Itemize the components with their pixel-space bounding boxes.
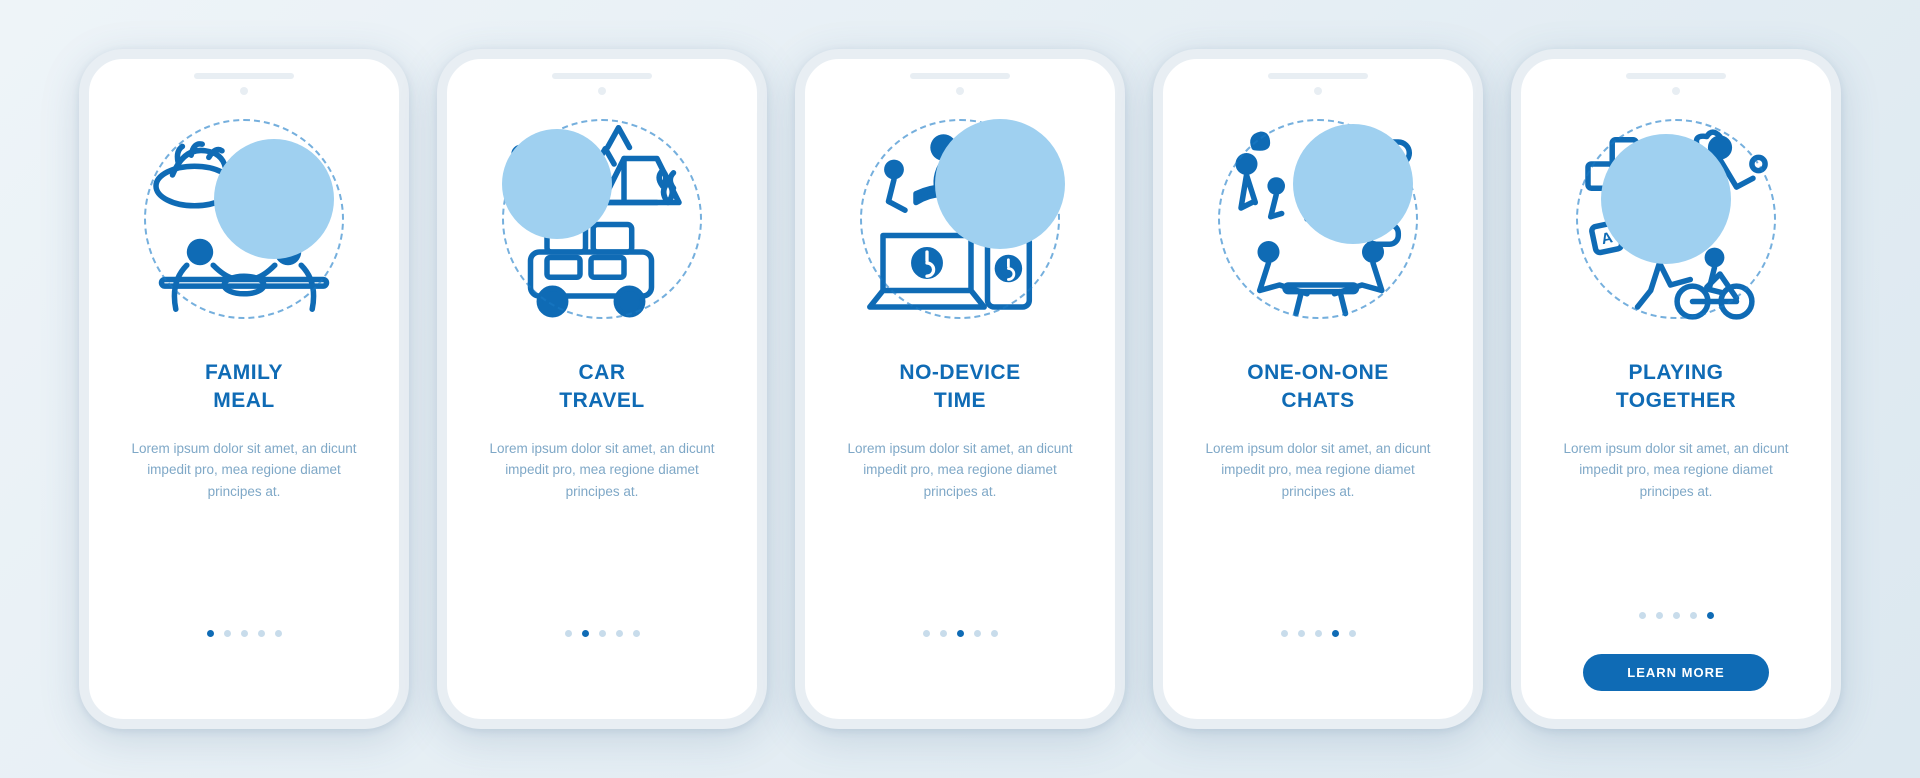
onboarding-screen-chats: ONE-ON-ONE CHATS Lorem ipsum dolor sit a… xyxy=(1153,49,1483,729)
screen-title: FAMILY MEAL xyxy=(205,359,283,416)
dot-2[interactable] xyxy=(1298,630,1305,637)
speaker-notch xyxy=(910,73,1010,79)
camera-dot xyxy=(240,87,248,95)
dot-5[interactable] xyxy=(1349,630,1356,637)
dot-4[interactable] xyxy=(974,630,981,637)
onboarding-screen-playing: O R A PLAYING TOGETHER Lorem ipsum dolor… xyxy=(1511,49,1841,729)
camera-dot xyxy=(956,87,964,95)
dot-5[interactable] xyxy=(275,630,282,637)
dot-5[interactable] xyxy=(633,630,640,637)
dot-1[interactable] xyxy=(1281,630,1288,637)
screen-description: Lorem ipsum dolor sit amet, an dicunt im… xyxy=(1549,438,1803,503)
onboarding-screen-no-device: NO-DEVICE TIME Lorem ipsum dolor sit ame… xyxy=(795,49,1125,729)
dot-3[interactable] xyxy=(599,630,606,637)
dot-4[interactable] xyxy=(616,630,623,637)
screen-description: Lorem ipsum dolor sit amet, an dicunt im… xyxy=(1191,438,1445,503)
pagination-dots xyxy=(1639,612,1714,619)
pagination-dots xyxy=(207,630,282,637)
dot-2[interactable] xyxy=(582,630,589,637)
pagination-dots xyxy=(1281,630,1356,637)
dot-5[interactable] xyxy=(991,630,998,637)
speaker-notch xyxy=(1626,73,1726,79)
no-device-illustration xyxy=(850,109,1070,329)
dot-2[interactable] xyxy=(1656,612,1663,619)
onboarding-screen-car-travel: CAR TRAVEL Lorem ipsum dolor sit amet, a… xyxy=(437,49,767,729)
onboarding-screen-family-meal: FAMILY MEAL Lorem ipsum dolor sit amet, … xyxy=(79,49,409,729)
dot-1[interactable] xyxy=(923,630,930,637)
speaker-notch xyxy=(552,73,652,79)
family-meal-illustration xyxy=(134,109,354,329)
screen-title: ONE-ON-ONE CHATS xyxy=(1247,359,1389,416)
pagination-dots xyxy=(923,630,998,637)
car-travel-illustration xyxy=(492,109,712,329)
screen-description: Lorem ipsum dolor sit amet, an dicunt im… xyxy=(833,438,1087,503)
camera-dot xyxy=(1314,87,1322,95)
dot-3[interactable] xyxy=(241,630,248,637)
dot-1[interactable] xyxy=(207,630,214,637)
screen-title: PLAYING TOGETHER xyxy=(1616,359,1736,416)
screen-description: Lorem ipsum dolor sit amet, an dicunt im… xyxy=(117,438,371,503)
dot-4[interactable] xyxy=(1690,612,1697,619)
dot-3[interactable] xyxy=(1315,630,1322,637)
speaker-notch xyxy=(194,73,294,79)
speaker-notch xyxy=(1268,73,1368,79)
screen-title: CAR TRAVEL xyxy=(559,359,644,416)
dot-3[interactable] xyxy=(957,630,964,637)
dot-5[interactable] xyxy=(1707,612,1714,619)
dot-2[interactable] xyxy=(940,630,947,637)
dot-1[interactable] xyxy=(565,630,572,637)
dot-3[interactable] xyxy=(1673,612,1680,619)
dot-2[interactable] xyxy=(224,630,231,637)
screen-title: NO-DEVICE TIME xyxy=(899,359,1020,416)
screen-description: Lorem ipsum dolor sit amet, an dicunt im… xyxy=(475,438,729,503)
camera-dot xyxy=(1672,87,1680,95)
dot-4[interactable] xyxy=(1332,630,1339,637)
chats-illustration xyxy=(1208,109,1428,329)
dot-1[interactable] xyxy=(1639,612,1646,619)
pagination-dots xyxy=(565,630,640,637)
dot-4[interactable] xyxy=(258,630,265,637)
playing-together-illustration: O R A xyxy=(1566,109,1786,329)
camera-dot xyxy=(598,87,606,95)
learn-more-button[interactable]: LEARN MORE xyxy=(1583,654,1768,691)
